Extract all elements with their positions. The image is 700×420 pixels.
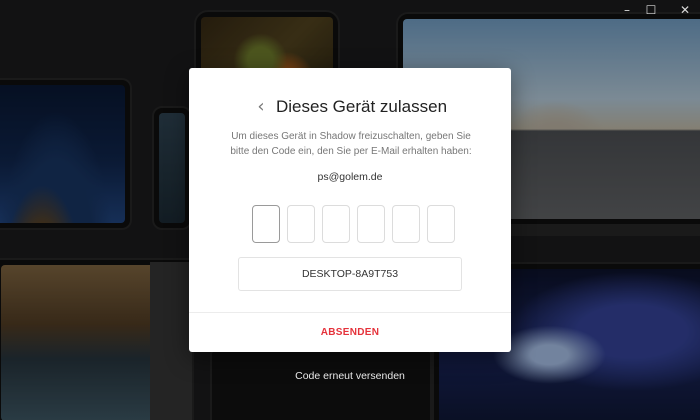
email-address: ps@golem.de — [317, 171, 383, 183]
close-window-icon[interactable]: ✕ — [674, 2, 696, 18]
code-digit-2[interactable] — [287, 205, 315, 243]
code-digit-4[interactable] — [357, 205, 385, 243]
minimize-window-icon[interactable]: – — [616, 2, 638, 18]
device-name-field[interactable]: DESKTOP-8A9T753 — [238, 257, 462, 291]
device-authorization-dialog: ‹ Dieses Gerät zulassen Um dieses Gerät … — [189, 68, 511, 352]
submit-button[interactable]: ABSENDEN — [189, 313, 511, 352]
code-digit-5[interactable] — [392, 205, 420, 243]
verification-code-input — [252, 205, 456, 243]
maximize-window-icon[interactable]: ☐ — [640, 2, 662, 18]
code-digit-1[interactable] — [252, 205, 280, 243]
dialog-description: Um dieses Gerät in Shadow freizuschalten… — [230, 131, 472, 157]
dialog-title: Dieses Gerät zulassen — [276, 97, 448, 116]
code-digit-3[interactable] — [322, 205, 350, 243]
code-digit-6[interactable] — [427, 205, 455, 243]
back-arrow-icon[interactable]: ‹ — [253, 95, 269, 119]
resend-code-link[interactable]: Code erneut versenden — [250, 370, 450, 382]
